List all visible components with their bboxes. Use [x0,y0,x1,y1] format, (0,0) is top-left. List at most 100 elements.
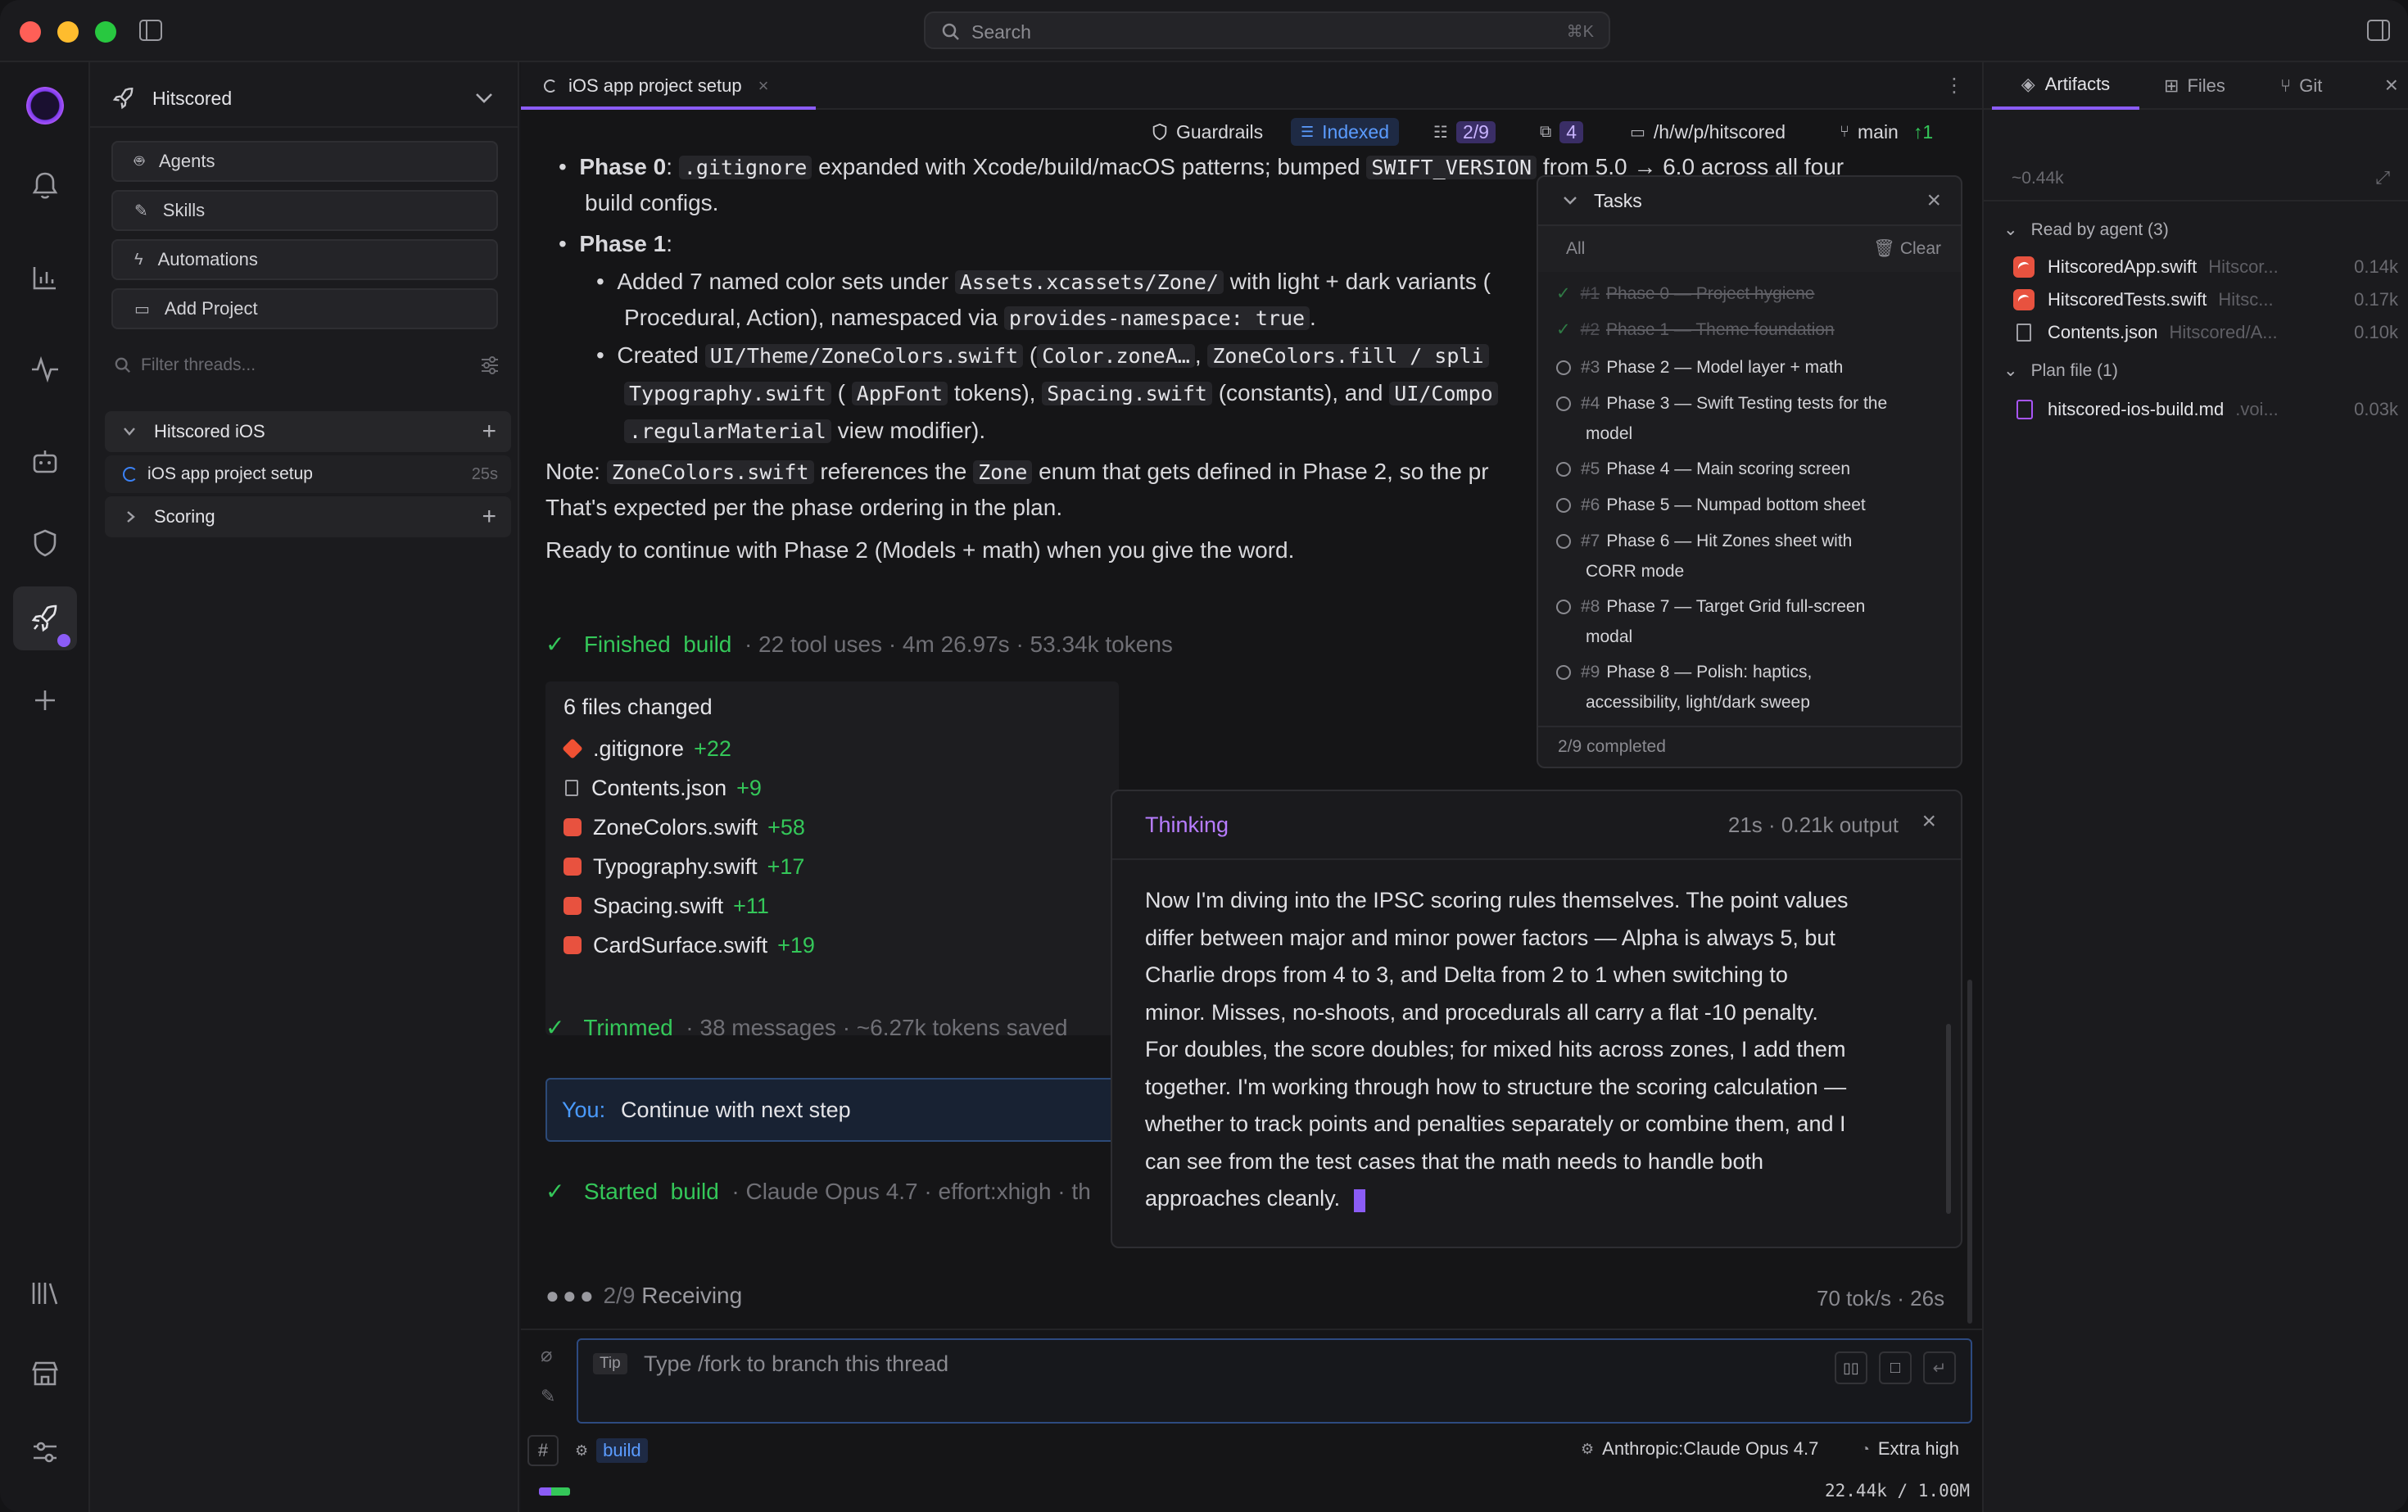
effort-selector[interactable]: ◔ Extra high [1861,1438,1959,1460]
file-tree-icon: ⊞ [2164,75,2179,96]
project-selector[interactable]: Hitscored [111,82,498,115]
task-item[interactable]: ✓ #2 Phase 1 — Theme foundation [1556,315,1949,345]
chat-scrollbar[interactable] [1967,980,1972,1324]
copies-toggle[interactable]: ⧉ 4 [1540,118,1584,146]
artifacts-size: ~0.44k [2012,169,2064,188]
bot-icon[interactable] [26,442,64,480]
sidebar-toggle-icon[interactable] [139,20,162,41]
artifact-row[interactable]: hitscored-ios-build.md .voi... 0.03k [2013,393,2398,426]
file-changed-row[interactable]: Typography.swift +17 [562,850,804,883]
right-panel-toggle-icon[interactable] [2367,20,2390,41]
radio-icon [1556,498,1571,514]
panel-tabs: ◈ Artifacts ⊞ Files ⑂ Git × [1984,62,2408,110]
receiving-count: 2/9 [603,1283,636,1308]
stop-icon[interactable]: □ [1879,1351,1912,1384]
file-changed-row[interactable]: CardSurface.swift +19 [562,929,815,962]
add-thread-icon[interactable]: + [482,418,496,446]
branch-button[interactable]: ⑂ main ↑1 [1840,118,1933,146]
artifact-row[interactable]: Contents.json Hitscored/A... 0.10k [2013,316,2398,349]
composer-input[interactable]: Tip Type /fork to branch this thread ▯▯ … [577,1338,1972,1424]
close-icon[interactable]: × [1921,808,1936,835]
mode-selector[interactable]: ⚙ build [575,1438,648,1463]
artifact-row[interactable]: HitscoredTests.swift Hitsc... 0.17k [2013,283,2398,316]
section-read-by-agent[interactable]: ⌄ Read by agent (3) [2003,220,2169,240]
add-thread-icon[interactable]: + [482,503,496,531]
check-icon: ✓ [545,632,565,657]
started-tag: build [670,1179,719,1204]
file-changed-row[interactable]: .gitignore +22 [562,732,731,765]
close-tab-icon[interactable]: × [758,75,769,97]
file-changed-row[interactable]: ZoneColors.swift +58 [562,811,805,844]
filter-options-icon[interactable] [480,356,500,374]
thread-group-hitscored-ios[interactable]: Hitscored iOS + [105,411,511,452]
activity-icon[interactable] [26,351,64,388]
file-changed-row[interactable]: Spacing.swift +11 [562,890,769,922]
pause-icon[interactable]: ▯▯ [1835,1351,1867,1384]
clear-tasks-button[interactable]: 🗑︎ Clear [1873,239,1941,259]
tab-git[interactable]: ⑂ Git [2280,62,2354,110]
chevron-down-icon[interactable] [1563,196,1577,206]
guardrails-button[interactable]: Guardrails [1152,118,1263,146]
thinking-panel: Thinking 21s · 0.21k output × Now I'm di… [1111,790,1962,1248]
thread-group-scoring[interactable]: Scoring + [105,496,511,537]
attach-icon[interactable]: ⌀ [541,1343,552,1367]
indexed-badge[interactable]: ☰ Indexed [1291,118,1399,146]
task-item[interactable]: #9 Phase 8 — Polish: haptics, accessibilit… [1556,657,1949,718]
send-icon[interactable]: ↵ [1923,1351,1956,1384]
shield-icon[interactable] [26,524,64,562]
thread-item-ios-app-project-setup[interactable]: iOS app project setup 25s [105,455,511,493]
store-icon[interactable] [26,1355,64,1392]
rocket-icon[interactable] [26,600,64,637]
artifact-size: 0.17k [2354,289,2398,310]
skills-button[interactable]: ✎ Skills [111,190,498,231]
git-icon [562,738,583,759]
task-item[interactable]: ✓ #1 Phase 0 — Project hygiene [1556,278,1949,309]
task-text: Phase 0 — Project hygiene [1605,284,1815,303]
workspace-logo-icon[interactable] [26,87,64,124]
automations-button[interactable]: ϟ Automations [111,239,498,280]
expand-icon[interactable]: ⤢ [2375,167,2390,188]
tab-files[interactable]: ⊞ Files [2164,62,2246,110]
tasks-toggle[interactable]: ☷ 2/9 [1433,118,1496,146]
artifact-path: Hitscored/A... [2169,322,2278,342]
settings-sliders-icon[interactable] [26,1433,64,1471]
library-icon[interactable] [26,1274,64,1312]
tab-artifacts[interactable]: ◈ Artifacts [1992,62,2139,110]
section-plan-file[interactable]: ⌄ Plan file (1) [2003,360,2118,381]
file-changed-row[interactable]: Contents.json +9 [562,772,762,804]
task-item[interactable]: #6 Phase 5 — Numpad bottom sheet [1556,490,1949,520]
add-icon[interactable] [26,681,64,719]
close-icon[interactable]: × [2385,72,2398,98]
thinking-scrollbar[interactable] [1946,1024,1951,1214]
model-selector[interactable]: ⚙ Anthropic:Claude Opus 4.7 [1581,1438,1818,1460]
task-item[interactable]: #5 Phase 4 — Main scoring screen [1556,454,1949,484]
edit-icon[interactable]: ✎ [541,1386,555,1407]
add-project-button[interactable]: ▭ Add Project [111,288,498,329]
task-item[interactable]: #8 Phase 7 — Target Grid full-screen modal [1556,591,1949,652]
hash-icon[interactable]: # [527,1435,559,1466]
notifications-icon[interactable] [26,167,64,205]
artifact-path: .voi... [2235,399,2279,419]
p1b1-line2-text: Procedural, Action), namespaced via [624,305,998,330]
agents-button[interactable]: 🤖︎ Agents [111,141,498,182]
analytics-icon[interactable] [26,259,64,297]
filter-threads-input[interactable]: Filter threads... [115,349,500,382]
phase1-label: Phase 1 [579,231,667,256]
more-options-icon[interactable]: ⋮ [1944,74,1964,97]
task-item[interactable]: #4 Phase 3 — Swift Testing tests for the m… [1556,388,1949,449]
loading-spinner-icon [123,467,138,482]
radio-icon [1556,396,1571,412]
search-bar[interactable]: Search ⌘K [924,11,1610,49]
task-item[interactable]: #3 Phase 2 — Model layer + math [1556,352,1949,383]
tasks-title: Tasks [1594,189,1642,211]
close-icon[interactable]: × [1926,187,1941,215]
path-button[interactable]: ▭ /h/w/p/hitscored [1630,118,1786,146]
task-item[interactable]: #7 Phase 6 — Hit Zones sheet with CORR mod… [1556,526,1949,586]
close-window-button[interactable] [20,21,41,43]
tab-ios-app-project-setup[interactable]: iOS app project setup × [521,62,816,110]
artifact-row[interactable]: HitscoredApp.swift Hitscor... 0.14k [2013,251,2398,283]
minimize-window-button[interactable] [57,21,79,43]
zoom-window-button[interactable] [95,21,116,43]
tasks-filter-all[interactable]: All [1566,239,1585,259]
code-zonecolors: ZoneColors.swift [606,460,814,484]
